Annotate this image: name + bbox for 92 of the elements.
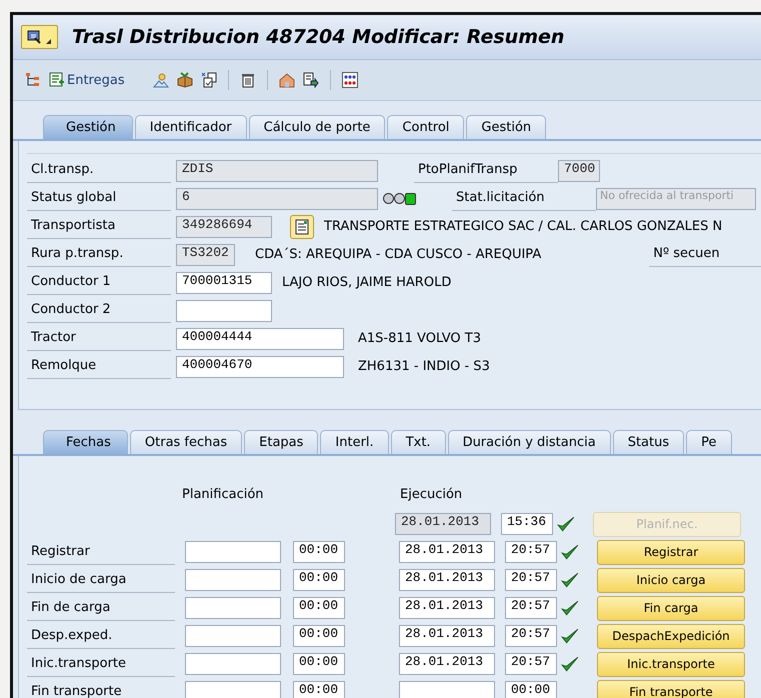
tab[interactable]: Duración y distancia [448,430,611,454]
input-field[interactable]: 28.01.2013 [399,653,495,675]
action-button[interactable]: DespachExpedición [597,624,745,648]
window-icon [27,29,43,45]
tab[interactable]: Gestión [466,115,546,139]
field-label: Fin de carga [27,596,175,620]
field-label: Registrar [27,540,175,564]
column-heading: Ejecución [400,486,462,502]
tab[interactable]: Etapas [244,430,318,454]
documents-icon[interactable] [200,72,217,88]
field-label: Conductor 1 [27,270,171,295]
field-label: Tractor [27,326,171,351]
display-field: 7000 [558,160,600,182]
field-label: Rura p.transp. [27,242,171,267]
dot-grid-icon[interactable] [342,72,358,88]
display-field: 349286694 [176,216,272,238]
caret-icon [46,39,52,45]
tab[interactable]: Txt. [390,430,446,454]
input-field[interactable]: 00:00 [505,681,557,698]
input-field[interactable]: 00:00 [293,625,345,647]
field-label: Fin transporte [27,680,175,698]
input-field[interactable]: 700001315 [176,272,272,294]
tab[interactable]: Pe [686,430,732,454]
description-text: CDA´S: AREQUIPA - CDA CUSCO - AREQUIPA [255,247,542,262]
action-button[interactable]: Inicio carga [597,568,745,592]
window-title: Trasl Distribucion 487204 Modificar: Resumen [72,26,564,48]
tab[interactable]: Control [387,115,464,139]
input-field[interactable] [185,653,281,675]
display-field: No ofrecida al transporti [596,188,756,210]
document-arrow-icon[interactable] [302,72,319,88]
tab[interactable]: Status [612,430,684,454]
input-field[interactable]: 00:00 [293,569,345,591]
tab[interactable]: Otras fechas [130,430,242,454]
input-field[interactable]: 28.01.2013 [399,541,495,563]
action-button[interactable]: Fin carga [597,596,745,620]
display-field: 6 [176,188,378,210]
input-field[interactable] [185,569,281,591]
field-label: Desp.exped. [27,624,175,648]
field-label: Inic.transporte [27,652,175,676]
input-field[interactable] [185,597,281,619]
system-menu-button[interactable] [21,25,58,49]
person-landscape-icon[interactable] [152,72,169,88]
input-field[interactable]: 20:57 [505,653,557,675]
input-field[interactable]: 400004444 [176,328,344,350]
input-field[interactable]: 00:00 [293,597,345,619]
tab[interactable]: Cálculo de porte [248,115,386,139]
field-label: Conductor 2 [27,298,171,323]
description-text: LAJO RIOS, JAIME HAROLD [282,275,452,290]
field-label: Nº secuen [649,242,761,267]
input-field[interactable]: 20:57 [505,597,557,619]
delete-icon[interactable] [240,72,256,88]
tab[interactable]: Gestión [43,115,133,139]
input-field[interactable]: 20:57 [505,625,557,647]
tab[interactable]: Fechas [43,430,128,454]
tree-icon[interactable] [25,72,41,88]
input-field[interactable]: 400004670 [176,356,344,378]
entregas-button[interactable]: Entregas [49,72,125,88]
input-field[interactable] [185,681,281,698]
field-label: Remolque [27,354,171,379]
house-icon[interactable] [278,72,295,88]
action-button[interactable]: Inic.transporte [597,652,745,676]
description-text: A1S-811 VOLVO T3 [358,331,482,346]
input-field[interactable]: 00:00 [293,541,345,563]
field-label: Transportista [27,214,171,239]
field-label: Status global [27,186,171,211]
document-plus-icon [49,72,65,88]
input-field[interactable] [185,541,281,563]
box-icon[interactable] [176,72,193,88]
description-text: TRANSPORTE ESTRATEGICO SAC / CAL. CARLOS GONZALES N [324,219,722,234]
input-field[interactable]: 15:36 [501,513,553,535]
display-field: ZDIS [176,160,378,182]
input-field[interactable]: 28.01.2013 [399,597,495,619]
document-icon [294,218,310,234]
tab[interactable]: Interl. [320,430,389,454]
display-field: TS3202 [176,244,235,266]
tab[interactable]: Identificador [134,115,247,139]
field-label: Cl.transp. [27,158,171,183]
input-field[interactable]: 20:57 [505,541,557,563]
detail-button[interactable] [290,214,314,238]
column-heading: Planificación [182,486,265,502]
input-field[interactable]: 00:00 [293,653,345,675]
action-button[interactable]: Registrar [597,540,745,564]
description-text: ZH6131 - INDIO - S3 [358,359,490,374]
input-field[interactable] [176,300,272,322]
field-label: Inicio de carga [27,568,175,592]
input-field[interactable]: 20:57 [505,569,557,591]
input-field[interactable]: 00:00 [293,681,345,698]
input-field[interactable]: 28.01.2013 [399,569,495,591]
display-field: 28.01.2013 [395,513,491,535]
input-field[interactable] [399,681,495,698]
input-field[interactable] [185,625,281,647]
input-field[interactable]: 28.01.2013 [399,625,495,647]
